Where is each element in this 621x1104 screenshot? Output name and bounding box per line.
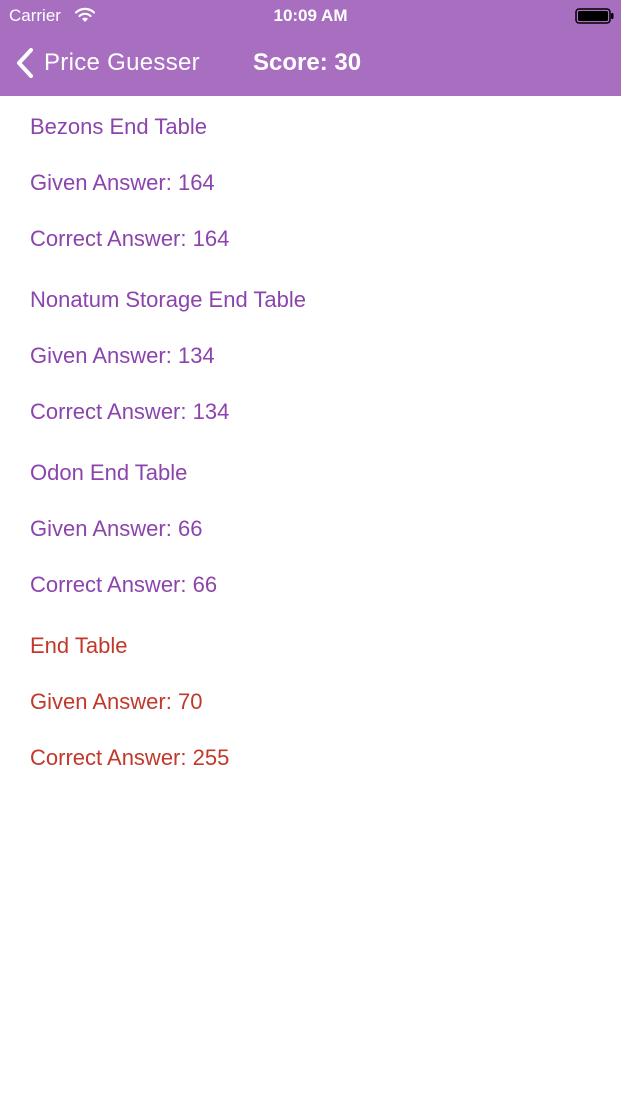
- item-name: End Table: [30, 633, 128, 658]
- battery-icon: [575, 8, 614, 24]
- item-name: Bezons End Table: [30, 114, 207, 139]
- result-item: Bezons End Table Given Answer: 164 Corre…: [0, 96, 621, 269]
- result-item: End Table Given Answer: 70 Correct Answe…: [0, 615, 621, 788]
- back-button-label: Price Guesser: [44, 49, 200, 76]
- results-screen: Carrier 10:09 AM Price Guesser Score: 30: [0, 0, 621, 1104]
- item-name: Odon End Table: [30, 460, 188, 485]
- given-answer: Given Answer: 164: [30, 170, 215, 195]
- given-answer: Given Answer: 66: [30, 516, 203, 541]
- status-time: 10:09 AM: [273, 6, 348, 25]
- given-answer: Given Answer: 70: [30, 689, 203, 714]
- item-name: Nonatum Storage End Table: [30, 287, 306, 312]
- result-item: Odon End Table Given Answer: 66 Correct …: [0, 442, 621, 615]
- correct-answer: Correct Answer: 255: [30, 745, 230, 770]
- navigation-bar: Price Guesser Score: 30: [0, 32, 621, 96]
- status-bar: Carrier 10:09 AM: [0, 0, 621, 32]
- back-button[interactable]: Price Guesser: [14, 46, 200, 80]
- correct-answer: Correct Answer: 134: [30, 399, 230, 424]
- chevron-left-icon: [17, 48, 33, 78]
- correct-answer: Correct Answer: 164: [30, 226, 230, 251]
- given-answer: Given Answer: 134: [30, 343, 215, 368]
- results-list: Bezons End Table Given Answer: 164 Corre…: [0, 96, 621, 788]
- correct-answer: Correct Answer: 66: [30, 572, 218, 597]
- score-title: Score: 30: [253, 49, 362, 76]
- top-bar: Carrier 10:09 AM Price Guesser Score: 30: [0, 0, 621, 96]
- result-item: Nonatum Storage End Table Given Answer: …: [0, 269, 621, 442]
